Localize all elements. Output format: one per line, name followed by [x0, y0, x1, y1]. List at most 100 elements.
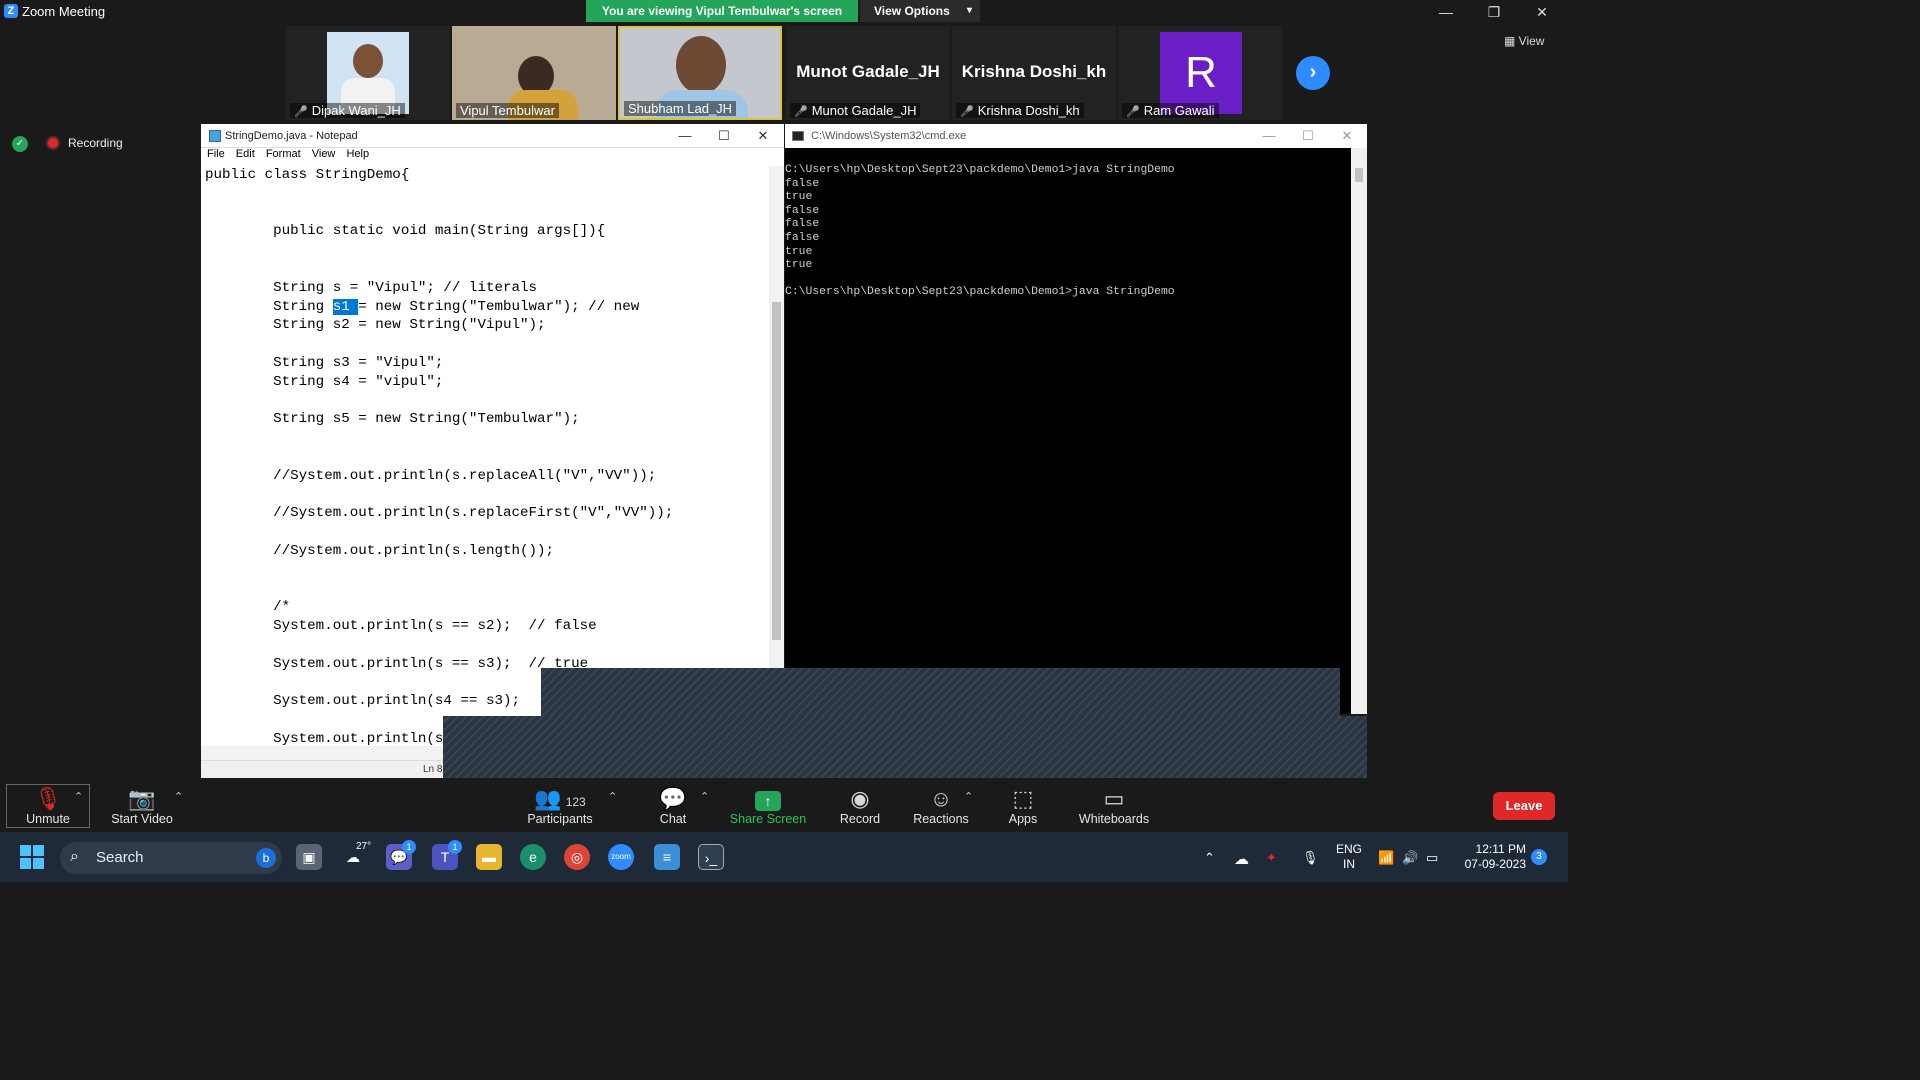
- participants-button[interactable]: 👥 123 Participants: [520, 786, 600, 826]
- file-explorer-icon[interactable]: ▬: [476, 844, 502, 870]
- scrollbar-thumb[interactable]: [1355, 168, 1363, 182]
- view-button[interactable]: ▦ View: [1504, 34, 1560, 54]
- participant-display-name: Krishna Doshi_kh: [961, 62, 1107, 81]
- mic-off-icon: 🎤: [794, 106, 808, 118]
- leave-button[interactable]: Leave: [1493, 792, 1555, 820]
- windows-start-icon[interactable]: [20, 845, 44, 869]
- menu-file[interactable]: File: [207, 148, 225, 160]
- participant-tile[interactable]: Vipul Tembulwar: [452, 26, 616, 120]
- whiteboards-button[interactable]: ▭ Whiteboards: [1074, 786, 1154, 826]
- security-shield-icon[interactable]: ✓: [12, 136, 28, 152]
- cmd-window: C:\Windows\System32\cmd.exe — ☐ ✕ C:\Use…: [785, 124, 1367, 714]
- restore-button[interactable]: ❐: [1480, 2, 1508, 22]
- notification-count-badge[interactable]: 3: [1531, 849, 1547, 865]
- weather-widget-icon[interactable]: ☁ 27°: [340, 841, 371, 870]
- record-button[interactable]: ◉ Record: [832, 786, 888, 826]
- participant-name: 🎤 Krishna Doshi_kh: [956, 103, 1084, 118]
- cmd-output[interactable]: C:\Users\hp\Desktop\Sept23\packdemo\Demo…: [785, 164, 1351, 714]
- zoom-taskbar-icon[interactable]: zoom: [608, 844, 634, 870]
- show-hidden-icons-chevron-icon[interactable]: ⌃: [1204, 850, 1215, 866]
- apps-button[interactable]: ⬚ Apps: [1002, 786, 1044, 826]
- grid-icon: ▦: [1504, 34, 1519, 48]
- notepad-taskbar-icon[interactable]: ≡: [654, 844, 680, 870]
- menu-help[interactable]: Help: [346, 148, 369, 160]
- notepad-close-button[interactable]: ✕: [749, 126, 777, 146]
- mic-off-icon: 🎙: [34, 786, 62, 811]
- scrollbar-thumb[interactable]: [772, 302, 781, 640]
- teams-icon[interactable]: T1: [432, 840, 462, 870]
- minimize-button[interactable]: —: [1432, 2, 1460, 22]
- video-options-caret[interactable]: ⌃: [174, 790, 183, 803]
- search-icon: ⌕: [70, 848, 79, 865]
- menu-view[interactable]: View: [312, 148, 336, 160]
- participant-tile[interactable]: 🎤 Dipak Wani_JH: [286, 26, 450, 120]
- viewing-screen-banner: You are viewing Vipul Tembulwar's screen: [586, 0, 858, 22]
- start-video-button[interactable]: 📷 Start Video: [104, 786, 180, 826]
- share-screen-icon: ↑: [755, 791, 781, 811]
- close-button[interactable]: ✕: [1528, 2, 1556, 22]
- participant-name: 🎤 Dipak Wani_JH: [290, 103, 405, 118]
- participant-tile[interactable]: R 🎤 Ram Gawali: [1118, 26, 1282, 120]
- reactions-caret[interactable]: ⌃: [964, 790, 973, 803]
- chevron-down-icon: ▾: [966, 5, 972, 16]
- participant-name: 🎤 Munot Gadale_JH: [790, 103, 921, 118]
- notepad-minimize-button[interactable]: —: [671, 126, 699, 146]
- participants-icon: 👥 123: [534, 786, 586, 811]
- window-title: Zoom Meeting: [22, 4, 106, 19]
- participants-caret[interactable]: ⌃: [608, 790, 617, 803]
- chat-caret[interactable]: ⌃: [700, 790, 709, 803]
- code-text: public class StringDemo{ public static v…: [205, 167, 606, 315]
- mic-off-icon: 🎤: [1126, 106, 1140, 118]
- cmd-maximize-button[interactable]: ☐: [1294, 126, 1322, 146]
- notepad-menubar: File Edit Format View Help: [201, 148, 784, 166]
- menu-format[interactable]: Format: [266, 148, 301, 160]
- unmute-button[interactable]: 🎙 Unmute: [14, 786, 82, 826]
- view-options-button[interactable]: View Options ▾: [860, 0, 980, 22]
- cmd-icon: [792, 131, 804, 141]
- apps-icon: ⬚: [1012, 786, 1034, 811]
- onedrive-icon[interactable]: ☁: [1234, 850, 1249, 868]
- chat-button[interactable]: 💬 Chat: [648, 786, 698, 826]
- selected-text: s1: [332, 298, 359, 315]
- teams-chat-icon[interactable]: 💬 1: [386, 840, 416, 870]
- participant-name: 🎤 Ram Gawali: [1122, 103, 1219, 118]
- participant-photo: [327, 32, 409, 114]
- notepad-maximize-button[interactable]: ☐: [710, 126, 738, 146]
- taskbar-search-input[interactable]: [60, 842, 282, 874]
- audio-options-caret[interactable]: ⌃: [74, 790, 83, 803]
- notepad-editor[interactable]: public class StringDemo{ public static v…: [201, 166, 769, 746]
- next-page-arrow-icon[interactable]: ›: [1296, 56, 1330, 90]
- screen-share-mask: [443, 716, 1367, 778]
- menu-edit[interactable]: Edit: [236, 148, 255, 160]
- bing-icon[interactable]: b: [256, 848, 276, 868]
- participant-name: Shubham Lad_JH: [624, 101, 737, 116]
- zoom-logo-icon: Z: [4, 4, 18, 18]
- taskbar-clock[interactable]: 12:11 PM 07-09-2023: [1456, 842, 1526, 872]
- volume-icon[interactable]: 🔊: [1402, 850, 1418, 866]
- video-off-icon: 📷: [128, 786, 156, 811]
- task-view-icon[interactable]: ▣: [296, 844, 322, 870]
- language-indicator[interactable]: ENG IN: [1336, 842, 1362, 872]
- cmd-minimize-button[interactable]: —: [1255, 126, 1283, 146]
- search-placeholder: Search: [96, 849, 144, 866]
- battery-icon[interactable]: ▭: [1426, 850, 1438, 866]
- cmd-scrollbar[interactable]: [1351, 148, 1367, 714]
- chrome-icon[interactable]: ◎: [564, 844, 590, 870]
- notification-app-icon[interactable]: ✦: [1266, 850, 1277, 866]
- cmd-taskbar-icon[interactable]: ›_: [698, 844, 724, 870]
- participant-tile-active-speaker[interactable]: Shubham Lad_JH: [618, 26, 782, 120]
- view-options-label: View Options: [874, 4, 950, 18]
- share-screen-button[interactable]: ↑ Share Screen: [728, 786, 808, 826]
- recording-dot-icon: [48, 138, 58, 148]
- edge-browser-icon[interactable]: e: [520, 844, 546, 870]
- line-indicator: Ln 8: [423, 764, 443, 775]
- wifi-icon[interactable]: 📶: [1378, 850, 1394, 866]
- whiteboard-icon: ▭: [1103, 786, 1125, 811]
- microphone-icon[interactable]: 🎙: [1302, 850, 1319, 866]
- participant-tile[interactable]: Krishna Doshi_kh 🎤 Krishna Doshi_kh: [952, 26, 1116, 120]
- cmd-close-button[interactable]: ✕: [1333, 126, 1361, 146]
- participant-name: Vipul Tembulwar: [456, 103, 559, 118]
- participant-tile[interactable]: Munot Gadale_JH 🎤 Munot Gadale_JH: [786, 26, 950, 120]
- recording-label: Recording: [68, 136, 123, 150]
- participant-display-name: Munot Gadale_JH: [796, 62, 940, 81]
